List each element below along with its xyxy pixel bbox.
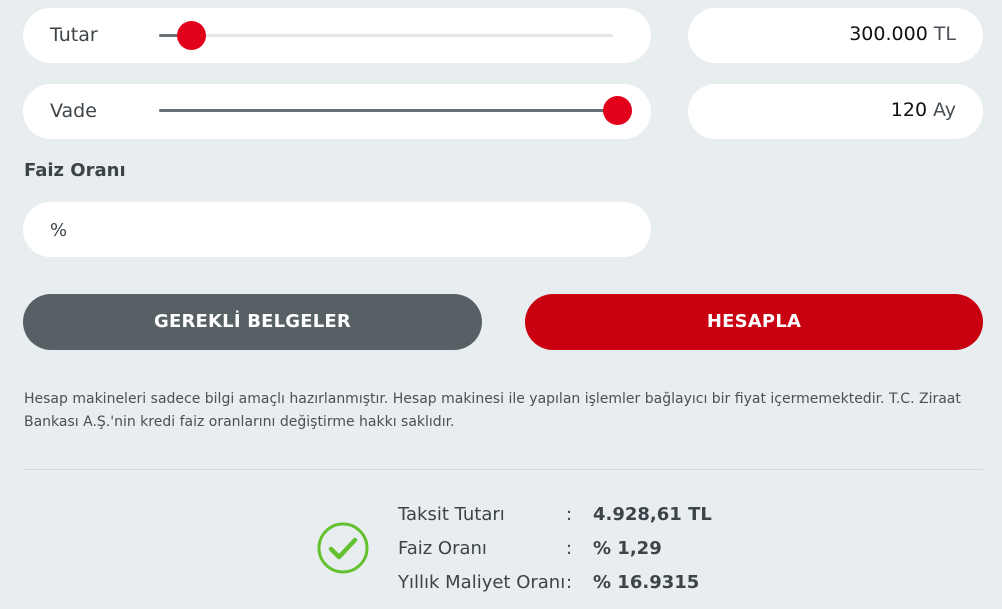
calculate-button[interactable]: HESAPLA — [525, 294, 983, 350]
result-value: % 1,29 — [593, 538, 662, 559]
term-unit: Ay — [933, 99, 956, 121]
amount-label: Tutar — [50, 24, 98, 46]
required-documents-button[interactable]: GEREKLİ BELGELER — [23, 294, 482, 350]
amount-slider-track[interactable] — [159, 21, 613, 50]
result-value: 4.928,61 TL — [593, 504, 712, 525]
amount-input[interactable]: 300.000 TL — [688, 8, 983, 63]
term-value: 120 — [890, 99, 928, 121]
amount-slider-thumb[interactable] — [176, 21, 206, 50]
interest-rate-input[interactable]: % — [23, 202, 651, 257]
percent-symbol: % — [50, 220, 68, 241]
result-value: % 16.9315 — [593, 572, 700, 593]
result-label: Taksit Tutarı — [398, 504, 505, 525]
term-input[interactable]: 120 Ay — [688, 84, 983, 139]
amount-unit: TL — [933, 23, 956, 45]
term-slider-thumb[interactable] — [603, 96, 632, 125]
amount-slider-panel: Tutar — [23, 8, 651, 63]
term-slider-track[interactable] — [159, 96, 632, 125]
amount-value: 300.000 — [849, 23, 928, 45]
result-separator: : — [566, 538, 573, 559]
term-value-wrap: 120 Ay — [891, 99, 956, 121]
term-label: Vade — [50, 100, 97, 122]
term-slider-panel: Vade — [23, 84, 651, 139]
result-label: Yıllık Maliyet Oranı — [398, 572, 566, 593]
result-separator: : — [566, 572, 573, 593]
interest-rate-heading: Faiz Oranı — [24, 160, 126, 181]
amount-value-wrap: 300.000 TL — [849, 23, 956, 45]
term-slider-fill — [159, 109, 617, 112]
disclaimer-text: Hesap makineleri sadece bilgi amaçlı haz… — [24, 391, 961, 430]
check-circle-icon — [317, 522, 369, 574]
result-label: Faiz Oranı — [398, 538, 487, 559]
divider — [24, 469, 983, 470]
result-separator: : — [566, 504, 573, 525]
